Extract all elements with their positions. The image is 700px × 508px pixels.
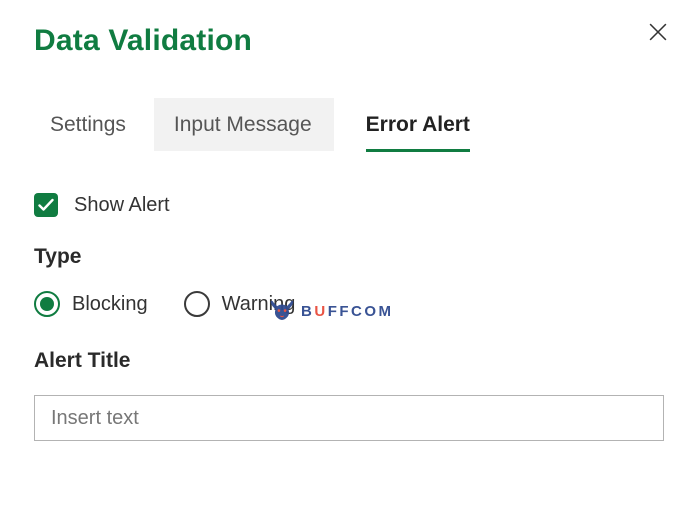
alert-title-label: Alert Title xyxy=(34,349,666,373)
radio-blocking[interactable]: Blocking xyxy=(34,291,148,317)
show-alert-row: Show Alert xyxy=(34,193,666,217)
show-alert-checkbox[interactable] xyxy=(34,193,58,217)
tab-settings[interactable]: Settings xyxy=(44,98,154,151)
close-icon xyxy=(649,23,667,41)
radio-blocking-label: Blocking xyxy=(72,293,148,316)
radio-warning-circle xyxy=(184,291,210,317)
type-radio-group: Blocking Warning xyxy=(34,291,666,317)
radio-warning[interactable]: Warning xyxy=(184,291,296,317)
tab-bar: Settings Input Message Error Alert xyxy=(44,98,666,151)
tab-error-alert[interactable]: Error Alert xyxy=(334,98,496,151)
show-alert-label: Show Alert xyxy=(74,194,170,217)
data-validation-pane: Data Validation Settings Input Message E… xyxy=(0,0,700,508)
alert-title-input[interactable] xyxy=(34,395,664,441)
error-alert-section: Show Alert Type Blocking Warning Alert T… xyxy=(34,193,666,441)
radio-blocking-circle xyxy=(34,291,60,317)
checkmark-icon xyxy=(38,198,54,212)
tab-input-message[interactable]: Input Message xyxy=(154,98,334,151)
radio-warning-label: Warning xyxy=(222,293,296,316)
type-label: Type xyxy=(34,245,666,269)
pane-title: Data Validation xyxy=(34,24,666,58)
close-button[interactable] xyxy=(644,18,672,46)
radio-blocking-dot xyxy=(40,297,54,311)
